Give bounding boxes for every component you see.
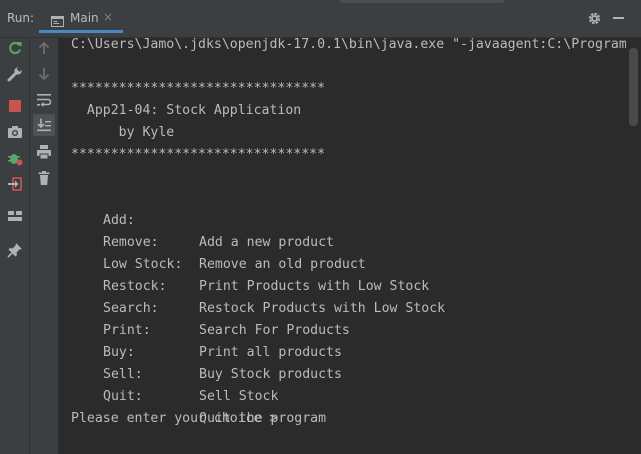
soft-wrap-icon[interactable] — [36, 92, 52, 108]
close-icon[interactable]: × — [103, 10, 113, 24]
menu-line: Search: Search For Products — [59, 276, 619, 338]
arrow-down-icon[interactable] — [36, 66, 52, 82]
author-line: by Kyle — [71, 125, 175, 140]
stars-bottom: ******************************** — [71, 147, 326, 162]
command-line: C:\Users\Jamo\.jdks\openjdk-17.0.1\bin\j… — [71, 38, 626, 52]
scrollbar-thumb[interactable] — [629, 48, 638, 126]
app-title: App21-04: Stock Application — [71, 103, 302, 118]
stop-icon[interactable] — [7, 98, 23, 114]
menu-line: Sell: Sell Stock — [59, 342, 619, 404]
input-prompt: Please enter your choice > — [71, 411, 278, 426]
menu-line: Add: Add a new product — [59, 188, 619, 250]
debug-icon[interactable] — [7, 150, 23, 166]
window-edge — [340, 0, 505, 3]
camera-icon[interactable] — [7, 124, 23, 140]
tab-label: Main — [70, 11, 99, 25]
arrow-up-icon[interactable] — [36, 40, 52, 56]
wrench-icon[interactable] — [7, 66, 23, 82]
layout-icon[interactable] — [7, 208, 23, 224]
menu-line: Quit: Quit the program — [59, 364, 619, 426]
pin-icon[interactable] — [7, 242, 23, 258]
menu-line: Low Stock: Print Products with Low Stock — [59, 232, 619, 294]
exit-icon[interactable] — [7, 176, 23, 192]
console-output[interactable]: C:\Users\Jamo\.jdks\openjdk-17.0.1\bin\j… — [59, 38, 626, 454]
menu-line: Restock: Restock Products with Low Stock — [59, 254, 619, 316]
console-actions-toolbar — [30, 38, 59, 454]
trash-icon[interactable] — [36, 170, 52, 186]
vertical-scrollbar[interactable] — [627, 38, 641, 454]
print-icon[interactable] — [36, 144, 52, 160]
menu-line: Remove: Remove an old product — [59, 210, 619, 272]
gear-icon[interactable] — [587, 11, 602, 26]
tab-main[interactable]: Main × — [39, 4, 123, 33]
stars-top: ******************************** — [71, 81, 326, 96]
menu-command: Quit: — [103, 389, 143, 404]
menu-description: Sell Stock — [199, 389, 279, 404]
scroll-to-end-icon[interactable] — [36, 117, 52, 133]
menu-line: Buy: Buy Stock products — [59, 320, 619, 382]
run-label: Run: — [7, 11, 35, 25]
menu-line: Print: Print all products — [59, 298, 619, 360]
minimize-icon[interactable] — [613, 17, 624, 19]
run-toolwindow-header: Run: Main × — [0, 0, 641, 38]
rerun-icon[interactable] — [7, 40, 23, 56]
console-icon — [51, 12, 64, 27]
run-actions-toolbar — [0, 38, 30, 454]
